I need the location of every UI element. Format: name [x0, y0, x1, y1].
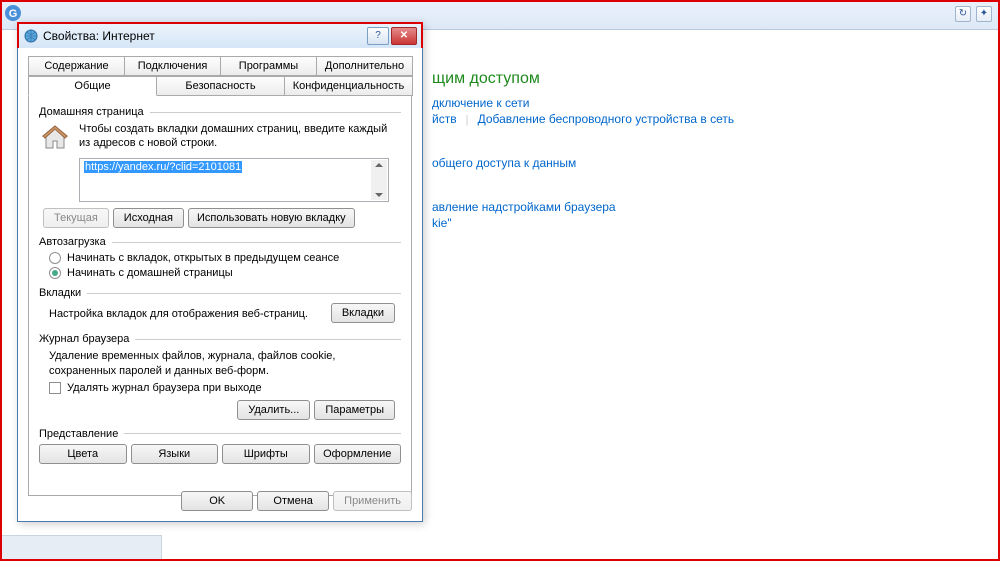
svg-text:G: G: [9, 8, 18, 20]
use-newtab-button[interactable]: Использовать новую вкладку: [188, 208, 355, 228]
bg-link[interactable]: kie": [432, 216, 452, 230]
languages-button[interactable]: Языки: [131, 444, 219, 464]
checkbox-label: Удалять журнал браузера при выходе: [67, 382, 262, 394]
group-history: Журнал браузера Удаление временных файло…: [39, 333, 401, 420]
radio-label: Начинать с вкладок, открытых в предыдуще…: [67, 252, 339, 264]
tab-security[interactable]: Безопасность: [156, 76, 285, 96]
group-label: Журнал браузера: [39, 333, 129, 345]
topbar-controls: ↻ ✦: [953, 6, 992, 22]
radio-homepage[interactable]: [49, 267, 61, 279]
bg-link[interactable]: Добавление беспроводного устройства в се…: [478, 112, 735, 126]
radio-last-session[interactable]: [49, 252, 61, 264]
bg-link[interactable]: дключение к сети: [432, 96, 529, 110]
history-desc: Удаление временных файлов, журнала, файл…: [49, 349, 401, 378]
group-label: Домашняя страница: [39, 106, 144, 118]
tab-privacy[interactable]: Конфиденциальность: [284, 76, 413, 96]
help-button[interactable]: ?: [367, 27, 389, 45]
bg-heading: щим доступом: [432, 70, 984, 88]
tab-programs[interactable]: Программы: [220, 56, 317, 76]
dialog-title: Свойства: Интернет: [43, 29, 367, 43]
bg-link[interactable]: общего доступа к данным: [432, 156, 576, 170]
refresh-icon[interactable]: ↻: [955, 6, 971, 22]
accessibility-button[interactable]: Оформление: [314, 444, 402, 464]
tabs-desc: Настройка вкладок для отображения веб-ст…: [49, 307, 331, 321]
background-panel: щим доступом дключение к сети йств | Доб…: [422, 30, 994, 270]
tabs-settings-button[interactable]: Вкладки: [331, 303, 395, 323]
close-button[interactable]: ✕: [391, 27, 417, 45]
homepage-desc: Чтобы создать вкладки домашних страниц, …: [79, 122, 401, 154]
bg-link[interactable]: йств: [432, 112, 457, 126]
homepage-url-input[interactable]: https://yandex.ru/?clid=2101081: [79, 158, 389, 202]
history-settings-button[interactable]: Параметры: [314, 400, 395, 420]
homepage-url-value: https://yandex.ru/?clid=2101081: [84, 161, 242, 173]
scrollbar[interactable]: [371, 160, 387, 200]
ok-button[interactable]: OK: [181, 491, 253, 511]
internet-properties-dialog: Свойства: Интернет ? ✕ Содержание Подклю…: [17, 22, 423, 522]
delete-on-exit-checkbox[interactable]: [49, 382, 61, 394]
bg-link[interactable]: авление надстройками браузера: [432, 200, 616, 214]
group-label: Автозагрузка: [39, 236, 106, 248]
group-startup: Автозагрузка Начинать с вкладок, открыты…: [39, 236, 401, 279]
use-default-button[interactable]: Исходная: [113, 208, 184, 228]
group-label: Вкладки: [39, 287, 81, 299]
group-appearance: Представление Цвета Языки Шрифты Оформле…: [39, 428, 401, 464]
apply-button: Применить: [333, 491, 412, 511]
dialog-titlebar[interactable]: Свойства: Интернет ? ✕: [17, 22, 423, 48]
group-homepage: Домашняя страница Чтобы создать вкладки …: [39, 106, 401, 228]
taskbar-stub: [2, 535, 162, 559]
tab-connections[interactable]: Подключения: [124, 56, 221, 76]
fonts-button[interactable]: Шрифты: [222, 444, 310, 464]
delete-button[interactable]: Удалить...: [237, 400, 310, 420]
home-icon: [39, 122, 71, 154]
app-logo-icon: G: [4, 4, 22, 22]
use-current-button: Текущая: [43, 208, 109, 228]
pin-icon[interactable]: ✦: [976, 6, 992, 22]
tabs: Содержание Подключения Программы Дополни…: [28, 56, 412, 96]
tab-panel-general: Домашняя страница Чтобы создать вкладки …: [28, 96, 412, 496]
tab-advanced[interactable]: Дополнительно: [316, 56, 413, 76]
globe-icon: [23, 28, 39, 44]
cancel-button[interactable]: Отмена: [257, 491, 329, 511]
tab-general[interactable]: Общие: [28, 76, 157, 96]
radio-label: Начинать с домашней страницы: [67, 267, 233, 279]
dialog-footer: OK Отмена Применить: [28, 491, 412, 511]
colors-button[interactable]: Цвета: [39, 444, 127, 464]
group-tabs: Вкладки Настройка вкладок для отображени…: [39, 287, 401, 325]
tab-content[interactable]: Содержание: [28, 56, 125, 76]
group-label: Представление: [39, 428, 118, 440]
